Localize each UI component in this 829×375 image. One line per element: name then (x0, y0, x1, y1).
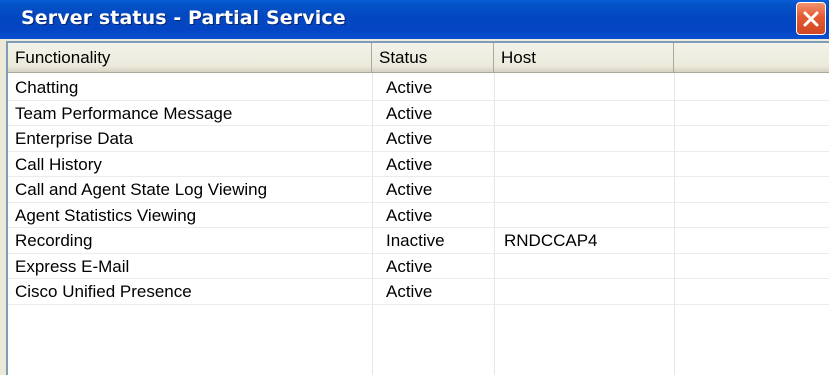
table-row[interactable]: Chatting Active (8, 75, 829, 101)
table-row[interactable]: Enterprise Data Active (8, 126, 829, 152)
cell-status: Active (386, 78, 433, 97)
close-icon (802, 10, 820, 28)
cell-host (494, 254, 674, 279)
list-header: Functionality Status Host (8, 43, 829, 73)
table-row[interactable]: Recording Inactive RNDCCAP4 (8, 228, 829, 254)
cell-functionality: Call and Agent State Log Viewing (15, 180, 268, 199)
close-button[interactable] (796, 2, 826, 35)
list-body: Chatting Active Team Performance Message… (8, 75, 829, 305)
table-row[interactable]: Express E-Mail Active (8, 254, 829, 279)
column-header-status[interactable]: Status (372, 43, 494, 72)
cell-functionality: Recording (15, 231, 93, 250)
cell-host (494, 101, 674, 126)
cell-functionality: Call History (15, 154, 102, 174)
cell-status: Active (386, 154, 433, 174)
column-header-extra[interactable] (674, 43, 829, 72)
table-row[interactable]: Cisco Unified Presence Active (8, 279, 829, 305)
cell-status: Active (386, 180, 433, 199)
cell-functionality: Cisco Unified Presence (15, 282, 192, 301)
cell-status: Active (386, 205, 433, 225)
cell-functionality: Team Performance Message (15, 103, 233, 123)
cell-host (494, 177, 674, 202)
cell-host (494, 279, 674, 304)
server-status-window: Server status - Partial Service Function… (0, 0, 829, 375)
cell-functionality: Express E-Mail (15, 256, 130, 276)
window-title: Server status - Partial Service (21, 7, 346, 29)
cell-status: Active (386, 103, 433, 123)
table-row[interactable]: Call and Agent State Log Viewing Active (8, 177, 829, 203)
column-header-host[interactable]: Host (494, 43, 674, 72)
cell-status: Active (386, 282, 433, 301)
table-row[interactable]: Agent Statistics Viewing Active (8, 203, 829, 228)
table-row[interactable]: Call History Active (8, 152, 829, 177)
cell-status: Active (386, 256, 433, 276)
cell-functionality: Chatting (15, 78, 79, 97)
title-bar[interactable]: Server status - Partial Service (0, 0, 829, 39)
cell-host (494, 75, 674, 100)
cell-status: Inactive (386, 231, 445, 250)
cell-host: RNDCCAP4 (504, 231, 598, 250)
cell-status: Active (386, 129, 433, 148)
cell-functionality: Agent Statistics Viewing (15, 205, 197, 225)
server-status-list[interactable]: Functionality Status Host Chatting Activ… (6, 41, 829, 375)
cell-host (494, 152, 674, 177)
cell-host (494, 203, 674, 228)
column-header-functionality[interactable]: Functionality (8, 43, 372, 72)
cell-functionality: Enterprise Data (15, 129, 134, 148)
cell-host (494, 126, 674, 151)
table-row[interactable]: Team Performance Message Active (8, 101, 829, 126)
